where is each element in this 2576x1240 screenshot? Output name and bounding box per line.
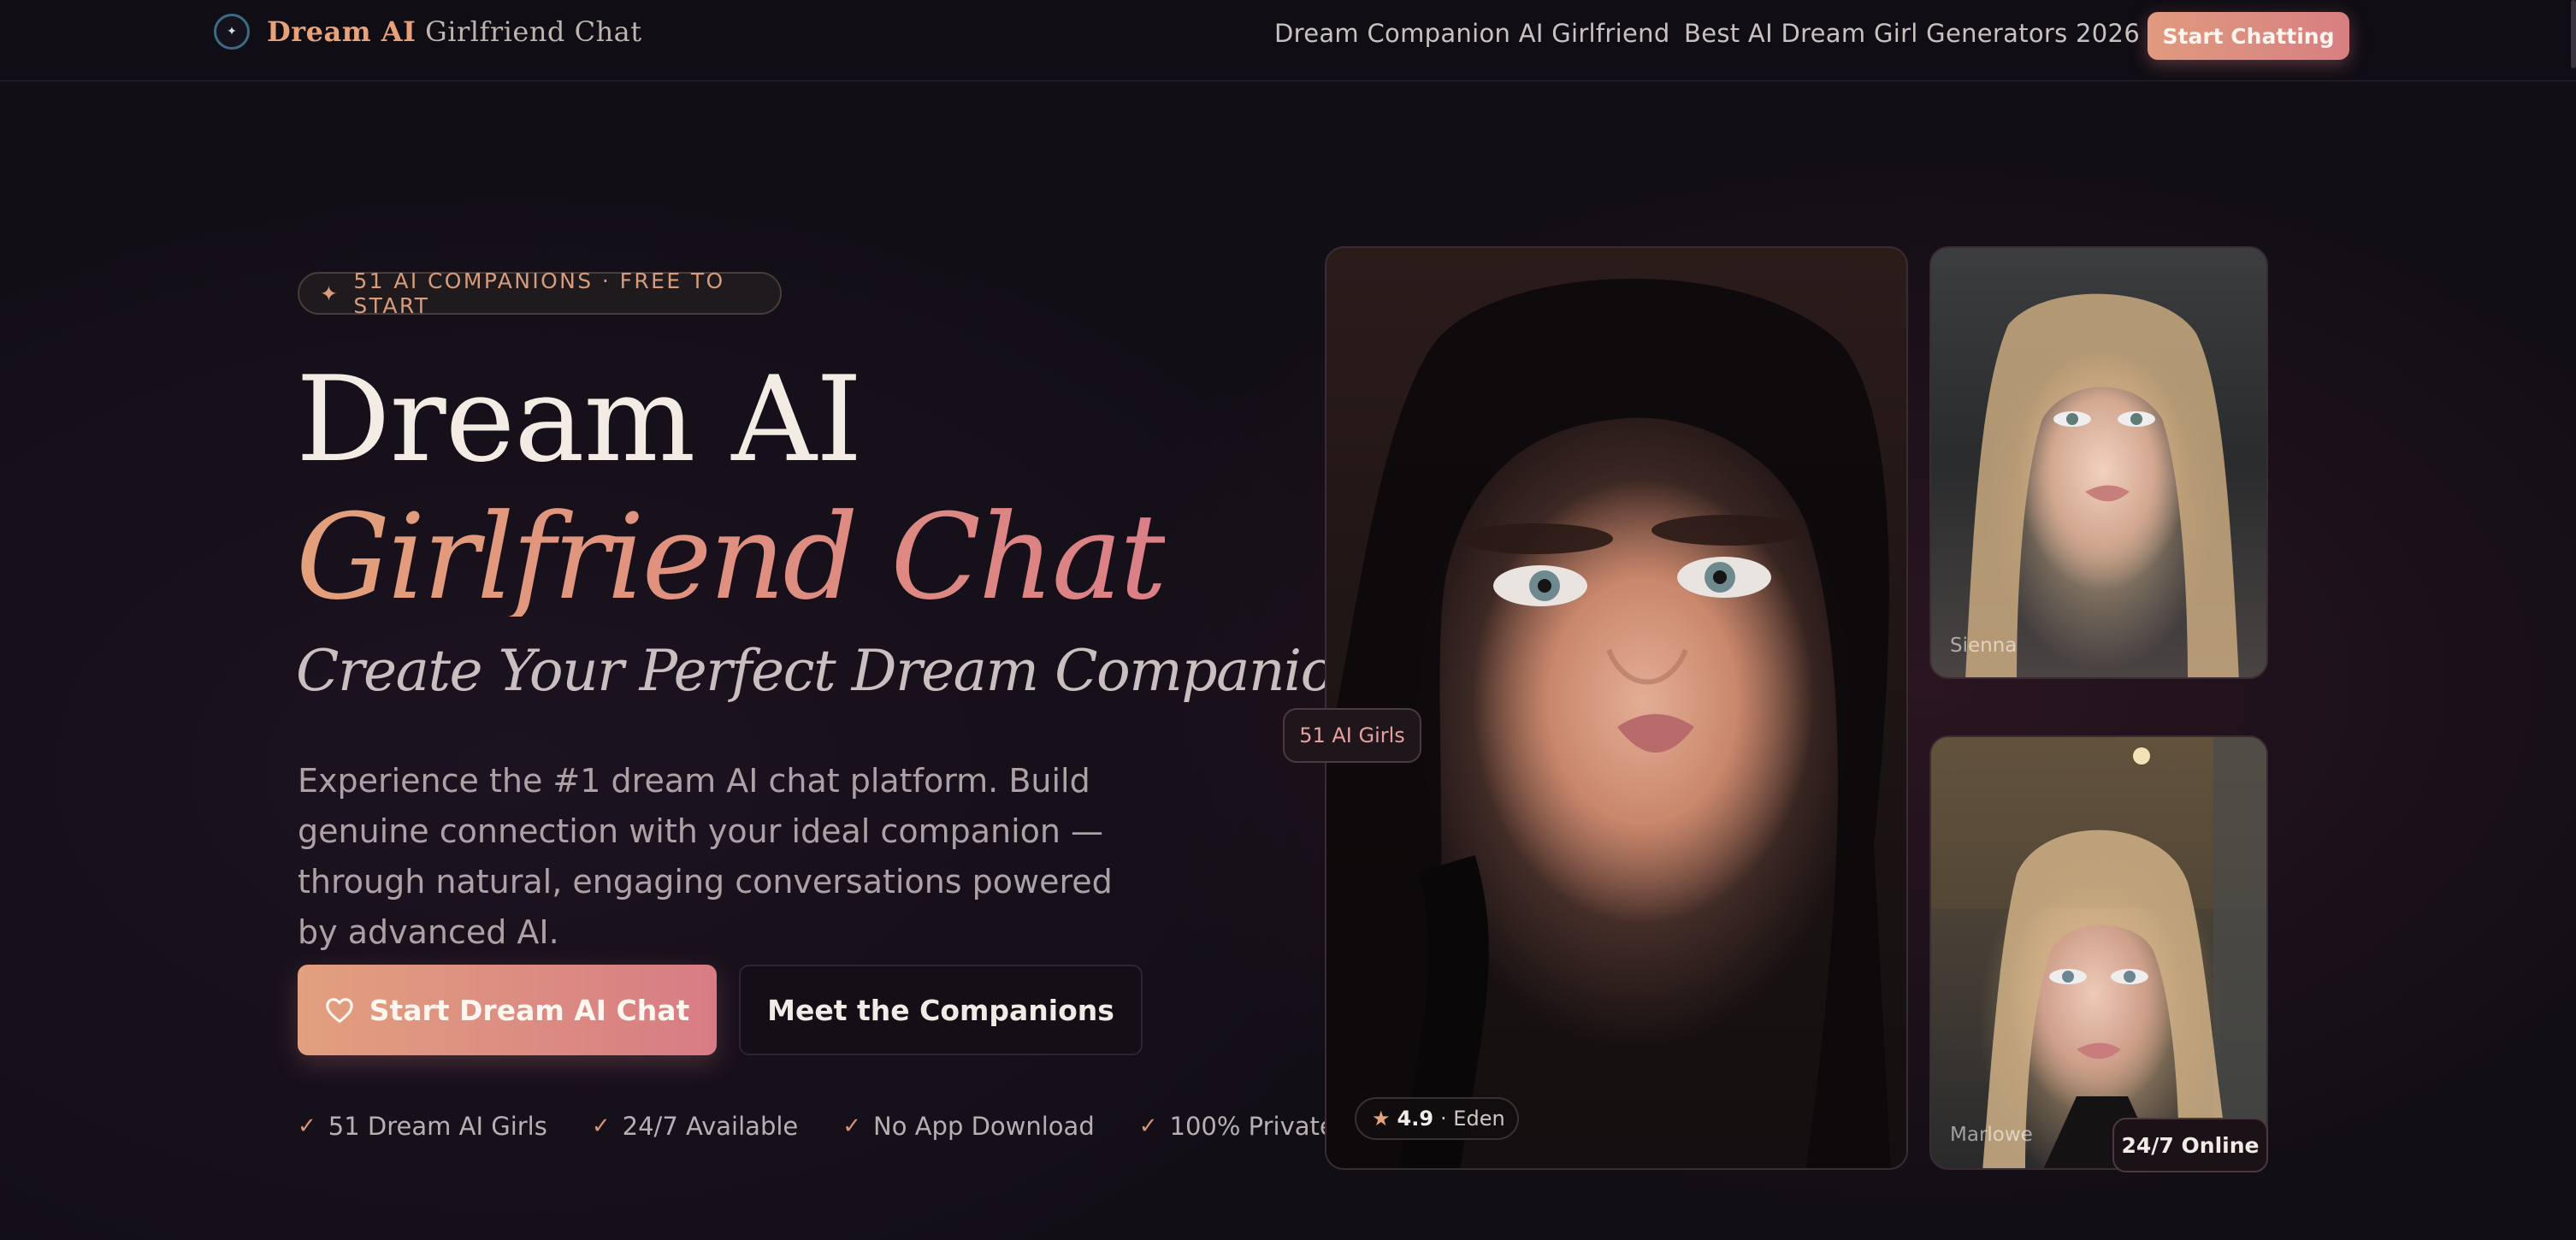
- hero-title-line1: Dream AI: [296, 351, 862, 488]
- logo-text: Dream AI Girlfriend Chat: [267, 15, 642, 48]
- start-dream-ai-chat-label: Start Dream AI Chat: [369, 993, 690, 1027]
- companion-name-sienna: Sienna: [1950, 635, 2018, 657]
- hero-subtitle: Create Your Perfect Dream Companion: [296, 638, 1369, 704]
- feature-item: ✓ No App Download: [842, 1112, 1094, 1141]
- meet-the-companions-button[interactable]: Meet the Companions: [739, 965, 1143, 1055]
- rating-companion-name: · Eden: [1440, 1107, 1505, 1131]
- feature-list: ✓ 51 Dream AI Girls ✓ 24/7 Available ✓ No A…: [298, 1112, 1335, 1141]
- sparkle-icon: ✦: [320, 280, 340, 306]
- site-header: ✦ Dream AI Girlfriend Chat Dream Compani…: [0, 0, 2576, 81]
- feature-item: ✓ 51 Dream AI Girls: [298, 1112, 547, 1141]
- feature-label: No App Download: [873, 1112, 1095, 1141]
- companion-photo-sienna[interactable]: Sienna: [1929, 246, 2268, 679]
- heart-icon: [325, 998, 353, 1024]
- start-chatting-button[interactable]: Start Chatting: [2148, 12, 2349, 60]
- hero-title-line2: Girlfriend Chat: [296, 488, 1167, 626]
- feature-item: ✓ 24/7 Available: [592, 1112, 798, 1141]
- hero-lead: Experience the #1 dream AI chat platform…: [298, 762, 1113, 951]
- check-icon: ✓: [1138, 1113, 1158, 1139]
- check-icon: ✓: [842, 1113, 862, 1139]
- nav-link-best-generators[interactable]: Best AI Dream Girl Generators 2026: [1684, 19, 2140, 48]
- feature-item: ✓ 100% Private: [1139, 1112, 1335, 1141]
- companion-name-marlowe: Marlowe: [1950, 1124, 2033, 1146]
- feature-label: 51 Dream AI Girls: [328, 1112, 547, 1141]
- rating-badge: ★ 4.9 · Eden: [1355, 1097, 1519, 1140]
- rating-score: 4.9: [1397, 1107, 1434, 1131]
- check-icon: ✓: [591, 1113, 611, 1139]
- logo-word-girlfriend-chat: Girlfriend Chat: [425, 15, 642, 48]
- online-status-badge: 24/7 Online: [2112, 1118, 2268, 1172]
- sienna-portrait-illustration: [1965, 293, 2239, 677]
- moon-star-icon: ✦: [214, 14, 250, 50]
- companion-count-pill: 51 AI Girls: [1283, 708, 1421, 763]
- feature-label: 24/7 Available: [622, 1112, 799, 1141]
- scrollbar-thumb[interactable]: [2571, 0, 2576, 68]
- star-icon: ★: [1372, 1107, 1391, 1131]
- feature-label: 100% Private: [1169, 1112, 1335, 1141]
- nav-link-dream-companion[interactable]: Dream Companion AI Girlfriend: [1274, 19, 1670, 48]
- site-logo[interactable]: ✦ Dream AI Girlfriend Chat: [214, 14, 642, 50]
- hero-badge-text: 51 AI COMPANIONS · FREE TO START: [353, 269, 725, 318]
- companion-photo-marlowe[interactable]: Marlowe: [1929, 735, 2268, 1170]
- logo-word-dream-ai: Dream AI: [267, 15, 417, 48]
- start-dream-ai-chat-button[interactable]: Start Dream AI Chat: [298, 965, 717, 1055]
- marlowe-portrait-illustration: [1931, 737, 2266, 1168]
- check-icon: ✓: [298, 1113, 316, 1139]
- hero-badge: ✦ 51 AI COMPANIONS · FREE TO START: [298, 269, 782, 318]
